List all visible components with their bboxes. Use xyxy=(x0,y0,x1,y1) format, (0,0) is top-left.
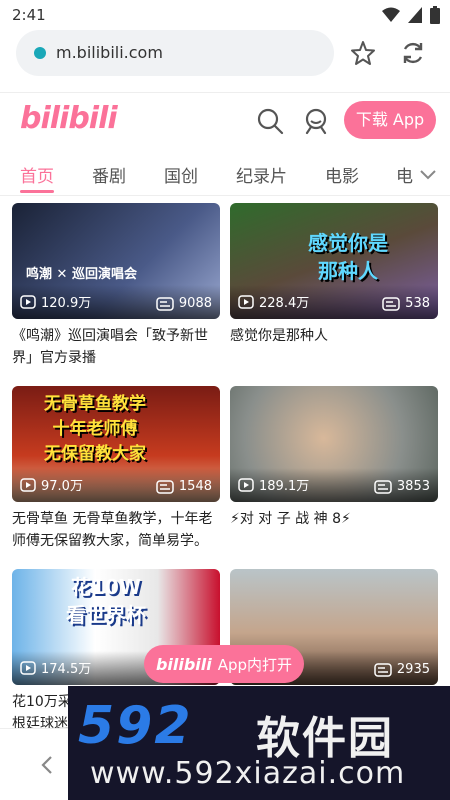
site-security-icon[interactable] xyxy=(34,47,46,59)
battery-icon xyxy=(430,6,440,24)
video-title[interactable]: ⚡对 对 子 战 神 8⚡ xyxy=(230,508,438,552)
tab-home[interactable]: 首页 xyxy=(20,162,54,187)
status-time: 2:41 xyxy=(12,6,46,24)
danmaku-icon xyxy=(156,479,174,494)
video-thumbnail[interactable]: 鸣潮 ✕ 巡回演唱会 120.9万 9088 xyxy=(12,203,220,319)
video-title[interactable]: 《鸣潮》巡回演唱会「致予新世界」官方录播 xyxy=(12,325,220,369)
video-title[interactable]: 感觉你是那种人 xyxy=(230,325,438,369)
play-count-icon xyxy=(20,477,36,492)
view-count: 228.4万 xyxy=(238,292,309,311)
danmaku-count: 2935 xyxy=(374,662,430,677)
danmaku-count: 9088 xyxy=(156,296,212,311)
play-count-icon xyxy=(20,294,36,309)
view-count: 174.5万 xyxy=(20,658,91,677)
wifi-icon xyxy=(382,7,400,22)
video-card[interactable]: 鸣潮 ✕ 巡回演唱会 120.9万 9088 《鸣潮》巡回演唱会「致予新世界」官… xyxy=(12,203,220,369)
view-count: 120.9万 xyxy=(20,292,91,311)
site-header: bilibili 下载 App xyxy=(0,92,450,148)
watermark-number: 592 xyxy=(78,696,193,756)
danmaku-count: 538 xyxy=(382,296,430,311)
danmaku-icon xyxy=(156,296,174,311)
view-count: 97.0万 xyxy=(20,475,83,494)
bookmark-star-icon[interactable] xyxy=(348,38,378,68)
danmaku-icon xyxy=(374,662,392,677)
category-tabs: 首页 番剧 国创 纪录片 电影 电 xyxy=(0,152,450,196)
video-thumbnail[interactable]: 感觉你是 那种人 228.4万 538 xyxy=(230,203,438,319)
bilibili-logo[interactable]: bilibili xyxy=(20,101,118,136)
video-card[interactable]: 感觉你是 那种人 228.4万 538 感觉你是那种人 xyxy=(230,203,438,369)
active-tab-indicator xyxy=(20,190,54,193)
address-text[interactable]: m.bilibili.com xyxy=(56,43,163,62)
tab-documentary[interactable]: 纪录片 xyxy=(236,162,287,187)
play-count-icon xyxy=(238,477,254,492)
video-thumbnail[interactable]: 无骨草鱼教学 十年老师傅 无保留教大家 97.0万 1548 xyxy=(12,386,220,502)
thumbnail-text: 花10W 看世界杯 xyxy=(66,575,146,627)
video-title[interactable]: 无骨草鱼 无骨草鱼教学，十年老师傅无保留教大家，简单易学。 xyxy=(12,508,220,552)
status-bar: 2:41 xyxy=(0,0,450,30)
browser-toolbar: m.bilibili.com xyxy=(0,30,450,86)
watermark-banner: 592 软件园 www.592xiazai.com xyxy=(68,686,450,800)
reload-icon[interactable] xyxy=(398,38,428,68)
back-arrow-icon[interactable] xyxy=(36,753,60,777)
search-icon[interactable] xyxy=(256,107,284,135)
download-app-button[interactable]: 下载 App xyxy=(344,101,436,139)
user-profile-icon[interactable] xyxy=(302,107,330,135)
video-thumbnail[interactable]: 189.1万 3853 xyxy=(230,386,438,502)
tab-bangumi[interactable]: 番剧 xyxy=(92,162,126,187)
open-in-app-button[interactable]: bilibili App内打开 xyxy=(144,645,304,683)
danmaku-icon xyxy=(374,479,392,494)
open-in-app-label: App内打开 xyxy=(217,655,293,674)
play-count-icon xyxy=(238,294,254,309)
signal-icon xyxy=(408,7,422,23)
tab-guochuang[interactable]: 国创 xyxy=(164,162,198,187)
system-icons xyxy=(382,6,440,24)
thumbnail-text: 鸣潮 ✕ 巡回演唱会 xyxy=(26,267,137,282)
tab-tv[interactable]: 电 xyxy=(396,162,413,187)
video-card[interactable]: 无骨草鱼教学 十年老师傅 无保留教大家 97.0万 1548 无骨草鱼 无骨草鱼… xyxy=(12,386,220,552)
tab-movie[interactable]: 电影 xyxy=(325,162,359,187)
address-bar[interactable]: m.bilibili.com xyxy=(16,30,334,76)
video-card[interactable]: 189.1万 3853 ⚡对 对 子 战 神 8⚡ xyxy=(230,386,438,552)
chevron-down-icon[interactable] xyxy=(416,162,440,186)
view-count: 189.1万 xyxy=(238,475,309,494)
thumbnail-text: 无骨草鱼教学 十年老师傅 无保留教大家 xyxy=(44,394,146,464)
danmaku-count: 1548 xyxy=(156,479,212,494)
watermark-url: www.592xiazai.com xyxy=(90,756,406,791)
danmaku-count: 3853 xyxy=(374,479,430,494)
danmaku-icon xyxy=(382,296,400,311)
thumbnail-text: 感觉你是 那种人 xyxy=(308,231,388,283)
play-count-icon xyxy=(20,660,36,675)
bilibili-mini-logo: bilibili xyxy=(155,654,212,674)
